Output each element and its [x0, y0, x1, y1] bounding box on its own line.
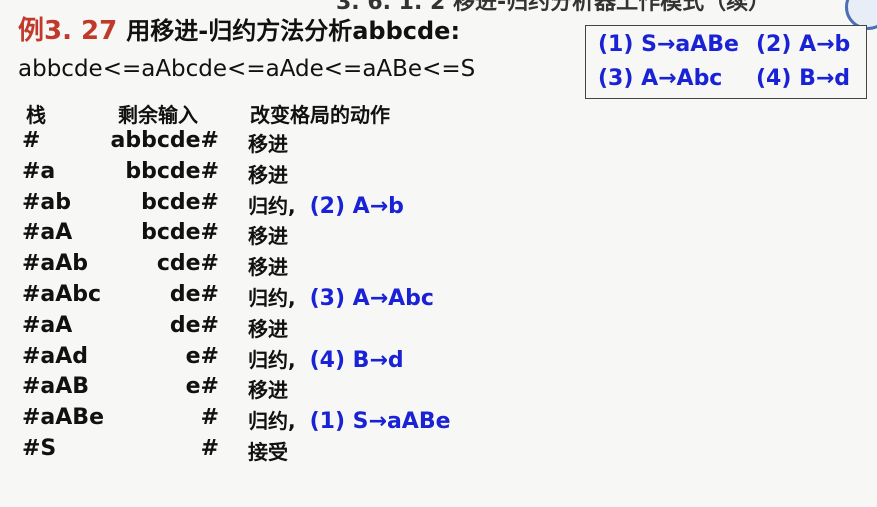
remaining-input-cell: e#	[185, 374, 219, 400]
grammar-rules-box: (1) S→aABe (2) A→b (3) A→Abc (4) B→d	[585, 25, 867, 99]
derivation-sequence: abbcde<=aAbcde<=aAde<=aABe<=S	[18, 56, 476, 82]
remaining-input-cell: bcde#	[141, 220, 219, 246]
action-text: 移进	[248, 378, 288, 403]
stack-cell: #aAB	[22, 374, 90, 400]
example-label: 例3. 27	[18, 16, 118, 46]
action-cell: 移进	[248, 313, 288, 342]
remaining-input-cell: #	[200, 436, 219, 461]
action-text: 移进	[248, 162, 288, 187]
action-text: 移进	[248, 224, 288, 249]
stack-cell: #a	[22, 158, 56, 184]
example-title: 例3. 27 用移进-归约方法分析abbcde:	[18, 10, 460, 47]
stack-cell: #aAbc	[22, 282, 102, 307]
applied-rule: (4) B→d	[309, 347, 404, 373]
stack-cell: #S	[22, 436, 57, 461]
stack-cell: #aAb	[22, 251, 89, 277]
stack-cell: #aA	[22, 312, 73, 338]
remaining-input-cell: abbcde#	[110, 128, 220, 153]
action-text: 归约,	[248, 409, 296, 434]
table-row: #aAb cde# 移进	[0, 251, 877, 281]
action-cell: 归约, (4) B→d	[248, 344, 404, 373]
remaining-input-cell: cde#	[156, 251, 219, 277]
table-row: # abbcde# 移进	[0, 128, 877, 158]
action-cell: 接受	[248, 436, 288, 465]
grammar-rule: (3) A→Abc	[598, 66, 723, 91]
table-row: #aA de# 移进	[0, 313, 877, 343]
grammar-rule: (2) A→b	[756, 32, 851, 57]
stack-cell: #aA	[22, 220, 73, 246]
column-header-input: 剩余输入	[118, 103, 198, 127]
action-cell: 归约, (1) S→aABe	[248, 405, 451, 434]
action-text: 归约,	[248, 193, 296, 218]
action-cell: 归约, (3) A→Abc	[248, 282, 434, 311]
table-row: #a bbcde# 移进	[0, 159, 877, 189]
applied-rule: (1) S→aABe	[309, 409, 451, 435]
applied-rule: (3) A→Abc	[309, 286, 434, 311]
column-header-stack: 栈	[26, 103, 46, 127]
action-text: 移进	[248, 255, 288, 280]
table-row: #aABe # 归约, (1) S→aABe	[0, 405, 877, 435]
table-row: #aAB e# 移进	[0, 374, 877, 404]
action-cell: 移进	[248, 128, 288, 157]
remaining-input-cell: de#	[169, 312, 219, 338]
table-row: #aA bcde# 移进	[0, 220, 877, 250]
remaining-input-cell: bcde#	[141, 189, 219, 215]
example-description: 用移进-归约方法分析abbcde:	[126, 17, 461, 45]
grammar-rule: (4) B→d	[756, 66, 851, 91]
applied-rule: (2) A→b	[309, 193, 404, 219]
remaining-input-cell: #	[200, 405, 219, 431]
stack-cell: #ab	[22, 189, 72, 215]
action-cell: 移进	[248, 159, 288, 188]
action-text: 移进	[248, 316, 288, 341]
action-cell: 移进	[248, 374, 288, 403]
remaining-input-cell: e#	[185, 343, 219, 369]
action-text: 归约,	[248, 286, 296, 310]
action-text: 移进	[248, 132, 288, 156]
remaining-input-cell: bbcde#	[125, 158, 219, 184]
table-row: #ab bcde# 归约, (2) A→b	[0, 190, 877, 220]
action-cell: 移进	[248, 220, 288, 249]
action-cell: 移进	[248, 251, 288, 280]
table-row: #aAd e# 归约, (4) B→d	[0, 344, 877, 374]
table-row: #S # 接受	[0, 436, 877, 466]
grammar-rule: (1) S→aABe	[598, 32, 739, 57]
table-row: #aAbc de# 归约, (3) A→Abc	[0, 282, 877, 312]
remaining-input-cell: de#	[169, 282, 219, 307]
action-cell: 归约, (2) A→b	[248, 190, 404, 219]
stack-cell: #aAd	[22, 343, 89, 369]
stack-cell: #	[22, 128, 41, 153]
action-text: 归约,	[248, 347, 296, 372]
action-text: 接受	[248, 440, 288, 464]
column-header-action: 改变格局的动作	[250, 103, 390, 127]
stack-cell: #aABe	[22, 405, 104, 431]
